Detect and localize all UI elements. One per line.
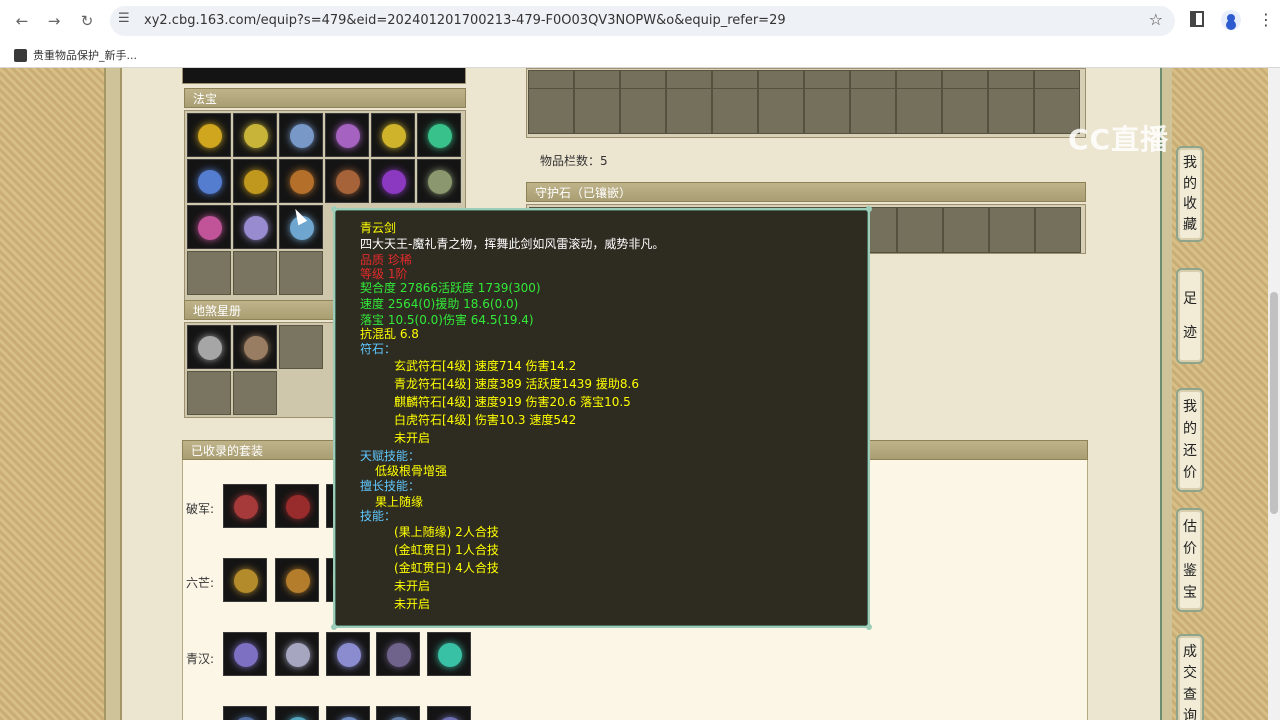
- empty-slot: [279, 325, 323, 369]
- set-item[interactable]: [326, 706, 370, 720]
- url-text[interactable]: xy2.cbg.163.com/equip?s=479&eid=20240120…: [144, 13, 786, 28]
- set-item[interactable]: [326, 632, 370, 676]
- tooltip-description: 四大天王-魔礼青之物，挥舞此剑如风雷滚动，威势非凡。: [360, 237, 665, 251]
- left-frame: [104, 68, 122, 720]
- set-item[interactable]: [427, 632, 471, 676]
- tooltip-expert-title: 擅长技能：: [360, 479, 421, 493]
- fabao-header: 法宝: [184, 88, 466, 108]
- scrollbar-thumb[interactable]: [1270, 292, 1278, 514]
- empty-slot: [279, 251, 323, 295]
- set-label: 六芒:: [186, 576, 215, 590]
- bookmark-label: 贵重物品保护_新手...: [33, 49, 137, 62]
- guard-stone-title: 守护石（已镶嵌）: [535, 186, 632, 200]
- inventory-count: 物品栏数：5: [540, 154, 608, 168]
- tooltip-item-name: 青云剑: [360, 221, 397, 235]
- fabao-item[interactable]: [187, 159, 231, 203]
- tooltip-skill: (果上随缘) 2人合技: [394, 525, 499, 539]
- set-item[interactable]: [223, 632, 267, 676]
- set-item[interactable]: [427, 706, 471, 720]
- fabao-item[interactable]: [233, 205, 277, 249]
- fabao-item[interactable]: [371, 113, 415, 157]
- side-panel-icon[interactable]: [1190, 11, 1204, 27]
- set-item[interactable]: [275, 558, 319, 602]
- menu-icon[interactable]: ⋮: [1258, 10, 1274, 29]
- tooltip-rune: 青龙符石[4级] 速度389 活跃度1439 援助8.6: [394, 377, 639, 391]
- back-icon[interactable]: ←: [10, 9, 34, 33]
- set-item[interactable]: [275, 484, 319, 528]
- site-settings-icon[interactable]: ☰: [118, 11, 130, 26]
- set-item[interactable]: [376, 706, 420, 720]
- address-bar[interactable]: ☰ xy2.cbg.163.com/equip?s=479&eid=202401…: [110, 6, 1175, 36]
- my-favorites-button[interactable]: 我的收藏: [1176, 146, 1204, 242]
- tooltip-skill: (金虹贯日) 4人合技: [394, 561, 499, 575]
- empty-slot: [187, 251, 231, 295]
- fabao-item[interactable]: [417, 159, 461, 203]
- fabao-item[interactable]: [233, 159, 277, 203]
- tooltip-talent: 低级根骨增强: [375, 464, 448, 478]
- set-item[interactable]: [223, 484, 267, 528]
- bookmark-item[interactable]: 贵重物品保护_新手...: [14, 46, 137, 64]
- disha-card-item[interactable]: [187, 325, 231, 369]
- tooltip-rune: 麒麟符石[4级] 速度919 伤害20.6 落宝10.5: [394, 395, 631, 409]
- fabao-item[interactable]: [325, 113, 369, 157]
- left-parchment: [0, 68, 104, 720]
- disha-title: 地煞星册: [193, 304, 242, 318]
- fabao-item[interactable]: [325, 159, 369, 203]
- transaction-query-button[interactable]: 成交查询: [1176, 634, 1204, 720]
- footprint-button[interactable]: 足迹: [1176, 268, 1204, 364]
- tooltip-rune: 未开启: [394, 431, 431, 445]
- tooltip-rune: 玄武符石[4级] 速度714 伤害14.2: [394, 359, 577, 373]
- sets-title: 已收录的套装: [191, 444, 264, 458]
- empty-slot: [187, 371, 231, 415]
- item-tooltip: 青云剑 四大天王-魔礼青之物，挥舞此剑如风雷滚动，威势非凡。 品质 珍稀 等级 …: [331, 206, 872, 630]
- forward-icon[interactable]: →: [42, 9, 66, 33]
- appraisal-button[interactable]: 估价鉴宝: [1176, 508, 1204, 612]
- bookmark-favicon-icon: [14, 48, 27, 62]
- guard-stone-header: 守护石（已镶嵌）: [526, 182, 1086, 202]
- inventory-row: [528, 88, 1082, 134]
- tooltip-skills-title: 技能：: [360, 509, 397, 523]
- fabao-item[interactable]: [187, 205, 231, 249]
- set-item[interactable]: [275, 706, 319, 720]
- fabao-item[interactable]: [187, 113, 231, 157]
- scrollbar[interactable]: [1268, 68, 1280, 720]
- fabao-item[interactable]: [279, 113, 323, 157]
- fabao-title: 法宝: [193, 92, 218, 106]
- bookmark-star-icon[interactable]: ☆: [1149, 10, 1163, 29]
- tooltip-runes-title: 符石：: [360, 342, 397, 356]
- disha-card-item[interactable]: [233, 325, 277, 369]
- set-label: 青汉:: [186, 652, 215, 666]
- watermark-logo: CC直播: [1068, 123, 1170, 156]
- previous-item-row: [182, 68, 466, 84]
- reload-icon[interactable]: ↻: [75, 9, 99, 33]
- browser-toolbar: ← → ↻ ☰ xy2.cbg.163.com/equip?s=479&eid=…: [0, 0, 1280, 68]
- fabao-item[interactable]: [279, 159, 323, 203]
- fabao-item[interactable]: [233, 113, 277, 157]
- tooltip-skill: (金虹贯日) 1人合技: [394, 543, 499, 557]
- page-viewport: 法宝 地煞星册 物品栏数：5 守护石（已镶嵌） 已收录的套装 破军: 六芒: 青…: [0, 68, 1280, 720]
- tooltip-skill: 未开启: [394, 579, 431, 593]
- set-item[interactable]: [275, 632, 319, 676]
- disha-header: 地煞星册: [184, 300, 334, 320]
- set-item[interactable]: [223, 706, 267, 720]
- empty-slot: [233, 251, 277, 295]
- tooltip-stat: 速度 2564(0)援助 18.6(0.0): [360, 297, 519, 311]
- fabao-item[interactable]: [371, 159, 415, 203]
- tooltip-stat: 抗混乱 6.8: [360, 327, 419, 341]
- set-item[interactable]: [223, 558, 267, 602]
- profile-icon[interactable]: [1221, 10, 1241, 30]
- right-frame: [1160, 68, 1172, 720]
- tooltip-rune: 白虎符石[4级] 伤害10.3 速度542: [394, 413, 577, 427]
- fabao-item[interactable]: [417, 113, 461, 157]
- empty-slot: [233, 371, 277, 415]
- set-item[interactable]: [376, 632, 420, 676]
- tooltip-skill: 未开启: [394, 597, 431, 611]
- disha-grid: [184, 322, 334, 418]
- my-counteroffer-button[interactable]: 我的还价: [1176, 388, 1204, 492]
- tooltip-talent-title: 天赋技能：: [360, 449, 421, 463]
- inventory-row: [528, 70, 1082, 88]
- tooltip-stat: 契合度 27866活跃度 1739(300): [360, 281, 541, 295]
- set-label: 破军:: [186, 502, 215, 516]
